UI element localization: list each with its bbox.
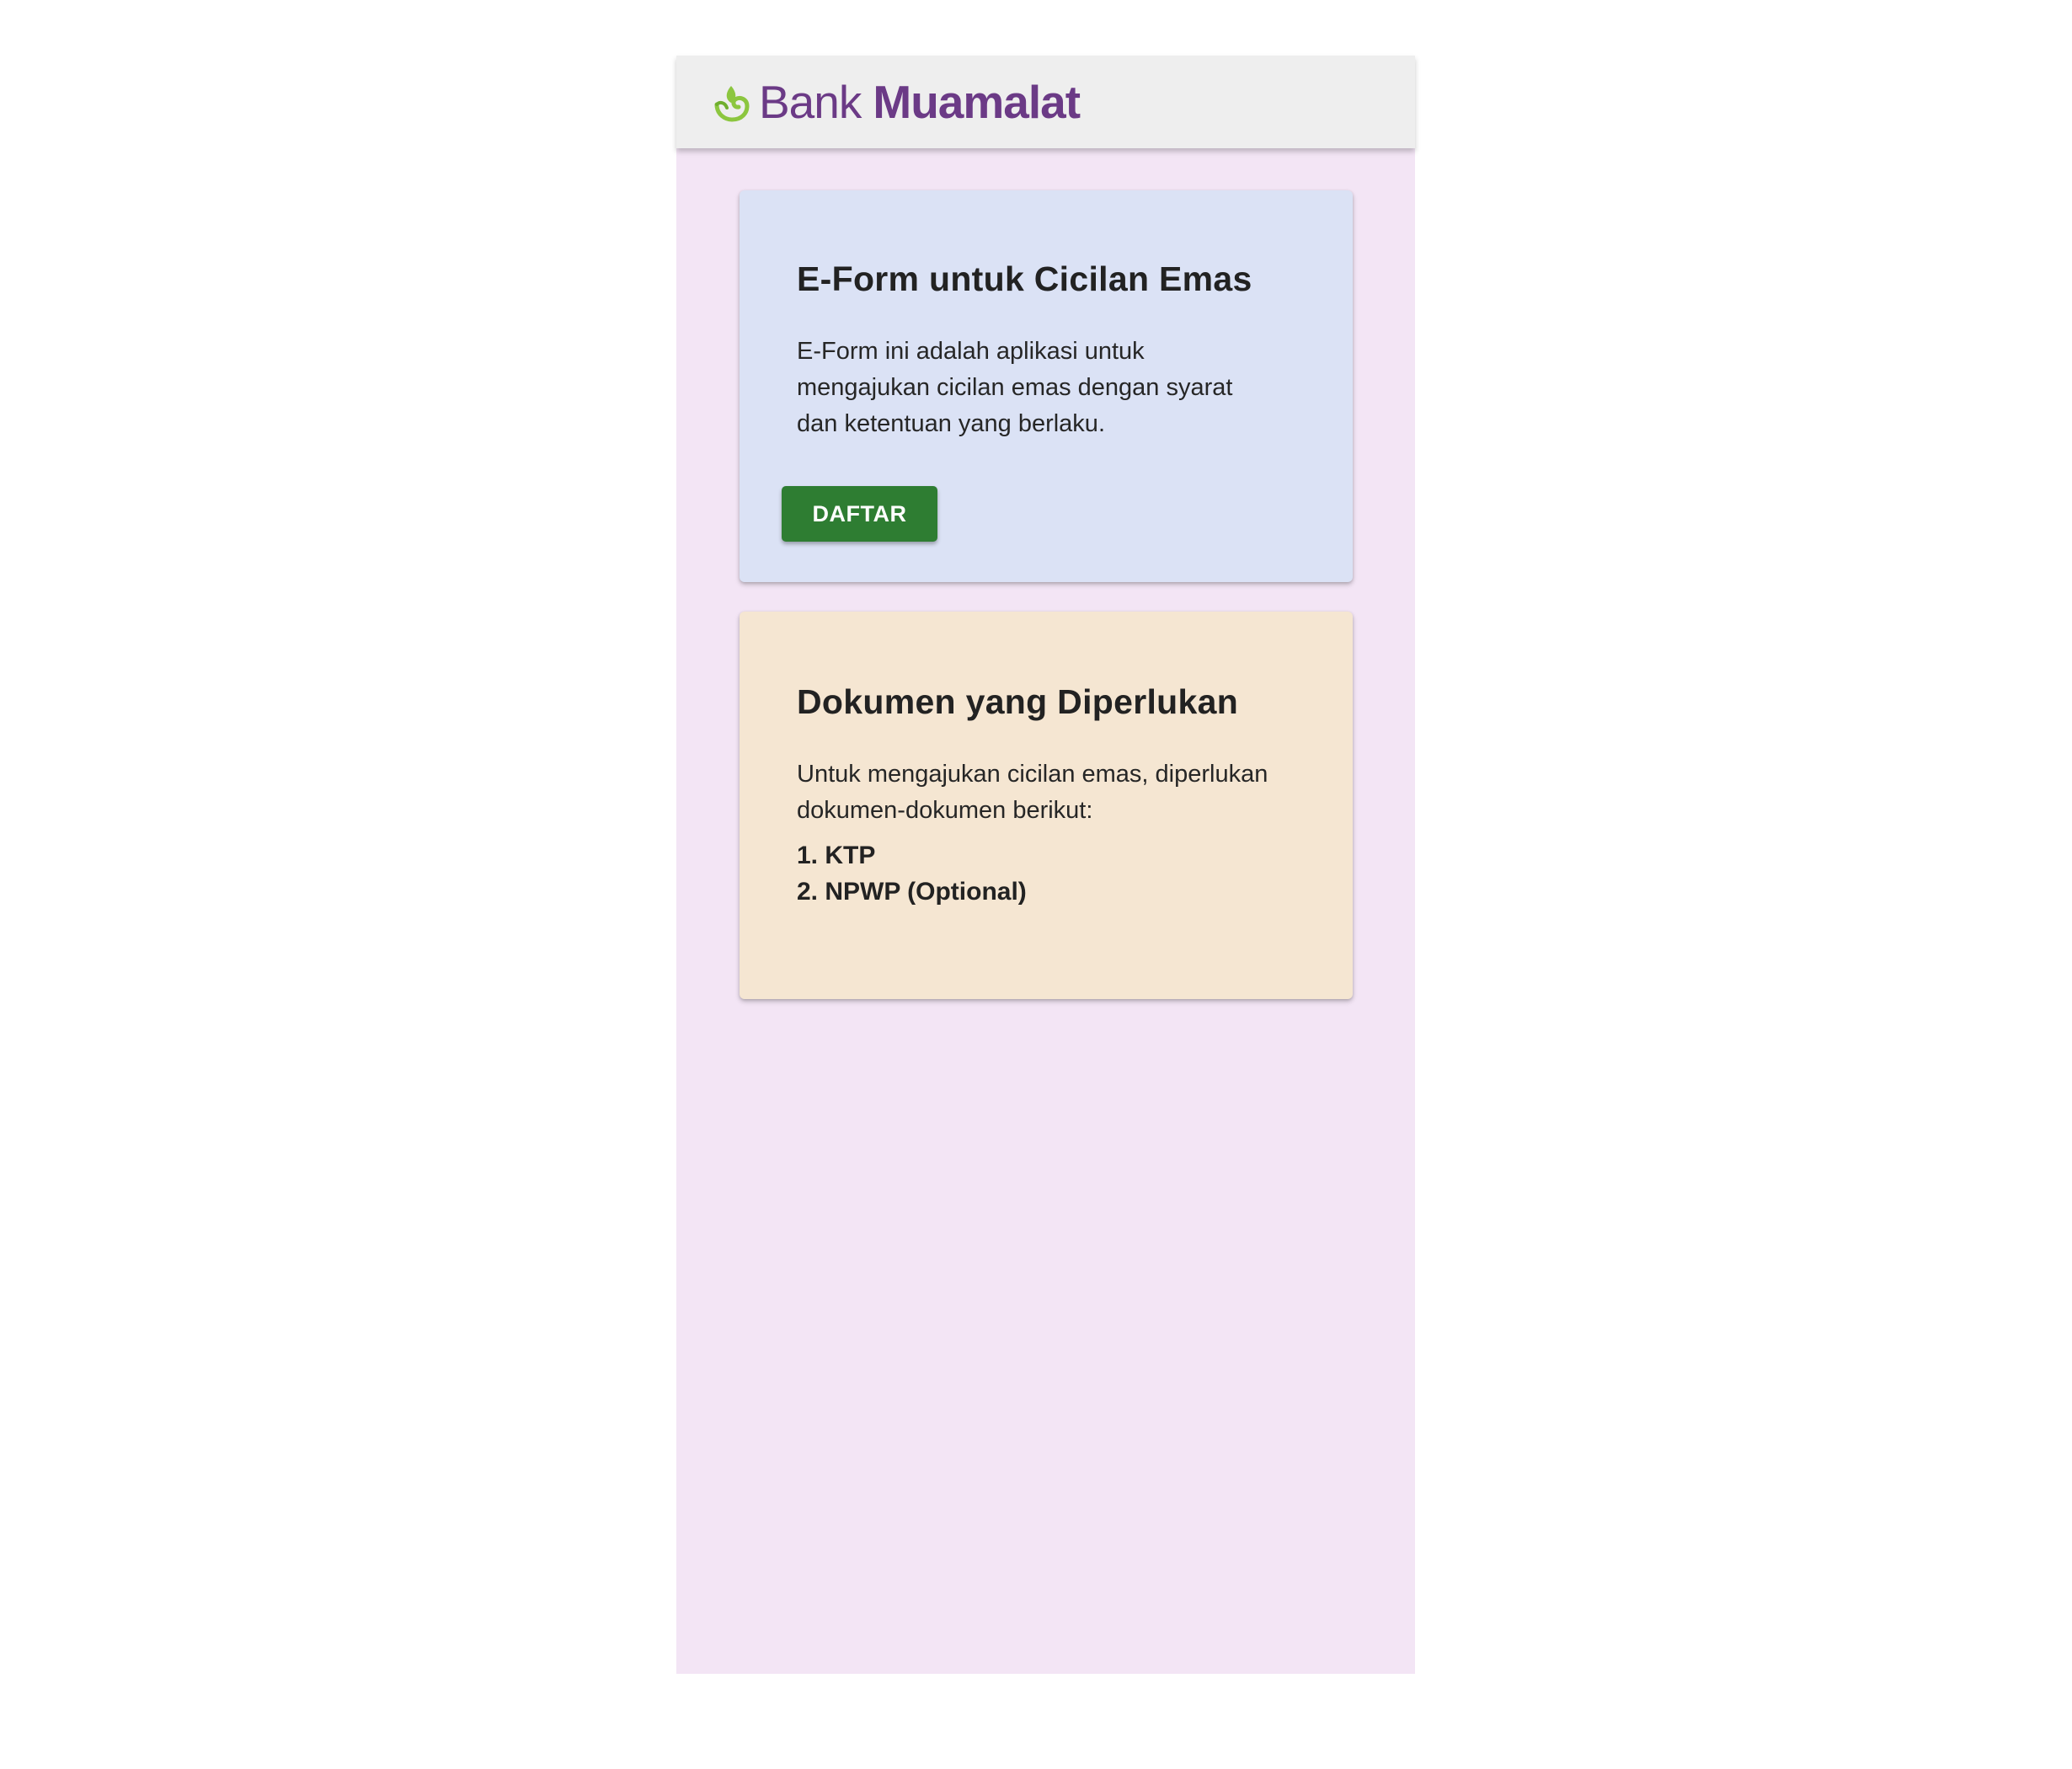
document-item-ktp: 1. KTP [797, 842, 876, 869]
muamalat-leaf-icon [714, 86, 750, 122]
daftar-button[interactable]: DAFTAR [782, 486, 937, 542]
docs-card-description: Untuk mengajukan cicilan emas, diperluka… [797, 761, 1268, 824]
brand-bank-text: Bank [759, 75, 862, 128]
app-container: Bank Muamalat E-Form untuk Cicilan Emas … [676, 56, 1415, 1674]
eform-card-description: E-Form ini adalah aplikasi untuk mengaju… [797, 338, 1233, 437]
eform-card-title: E-Form untuk Cicilan Emas [797, 259, 1252, 298]
document-item-npwp: 2. NPWP (Optional) [797, 878, 1027, 906]
eform-card: E-Form untuk Cicilan Emas E-Form ini ada… [740, 190, 1353, 582]
required-documents-card: Dokumen yang Diperlukan Untuk mengajukan… [740, 612, 1353, 999]
brand-name-text: Muamalat [873, 75, 1081, 128]
docs-card-title: Dokumen yang Diperlukan [797, 682, 1239, 721]
document-list: 1. KTP 2. NPWP (Optional) [797, 837, 1027, 910]
app-header: Bank Muamalat [676, 56, 1415, 148]
bank-logo[interactable]: Bank Muamalat [708, 75, 1081, 128]
